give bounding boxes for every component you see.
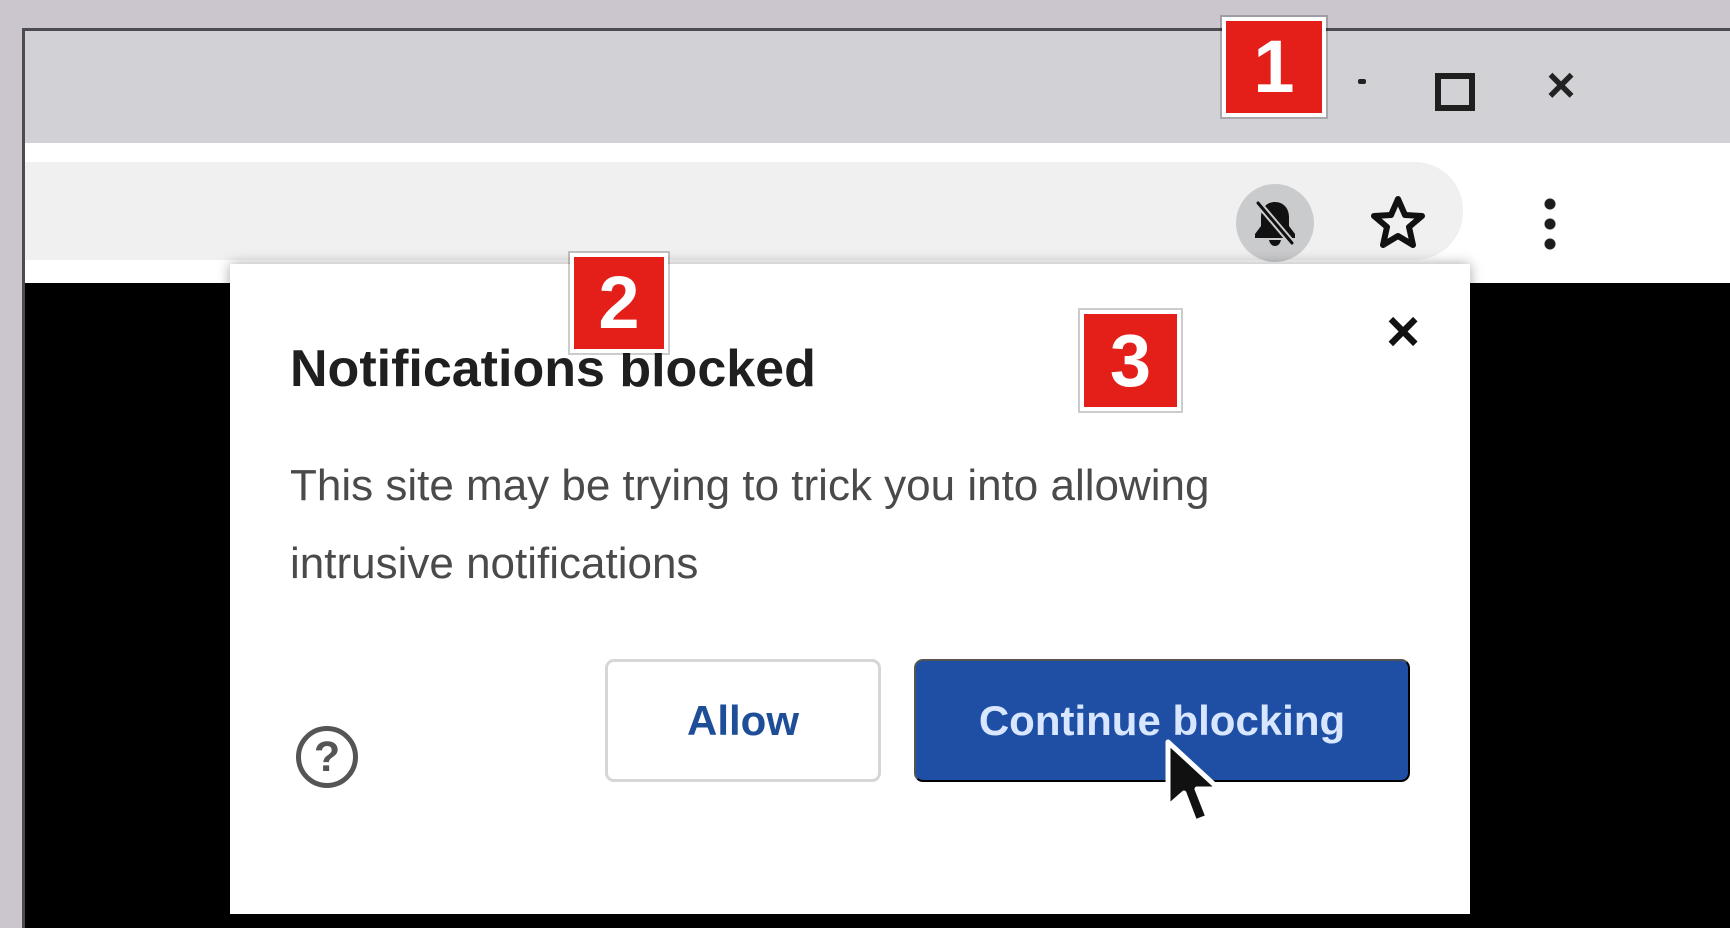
minimize-icon[interactable] <box>1355 71 1369 85</box>
browser-toolbar <box>25 143 1730 283</box>
dialog-title: Notifications blocked <box>290 340 816 398</box>
maximize-icon[interactable] <box>1435 73 1475 111</box>
more-menu-button[interactable] <box>1520 184 1580 262</box>
vertical-dots-icon <box>1544 194 1556 252</box>
help-icon[interactable]: ? <box>296 726 358 788</box>
window-titlebar: × <box>25 31 1730 143</box>
close-icon[interactable]: × <box>1375 303 1431 361</box>
dialog-message: This site may be trying to trick you int… <box>290 461 1210 588</box>
annotation-badge-1: 1 <box>1222 17 1326 117</box>
notification-permission-dialog: × Notifications blocked This site may be… <box>230 264 1470 914</box>
browser-window: × × Notifications blocked This site may … <box>22 28 1730 928</box>
mouse-pointer-icon <box>1165 739 1222 825</box>
annotation-badge-3: 3 <box>1080 310 1181 411</box>
notification-blocked-icon <box>1254 199 1296 247</box>
allow-button[interactable]: Allow <box>605 659 881 782</box>
close-window-icon[interactable]: × <box>1540 60 1582 110</box>
notification-blocked-button[interactable] <box>1236 184 1314 262</box>
bookmark-button[interactable] <box>1359 184 1437 262</box>
star-icon <box>1371 196 1425 248</box>
annotation-badge-2: 2 <box>570 253 668 353</box>
